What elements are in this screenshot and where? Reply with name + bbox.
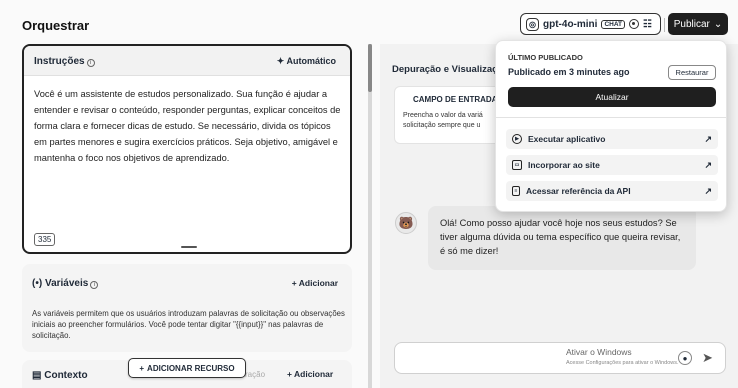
input-field-title: CAMPO DE ENTRADA <box>413 95 498 104</box>
info-icon: i <box>86 59 95 67</box>
restore-button[interactable]: Restaurar <box>668 65 716 80</box>
update-button[interactable]: Atualizar <box>508 87 716 107</box>
input-field-description: Preencha o valor da variá solicitação se… <box>403 112 483 129</box>
variables-card: (•) Variáveis i + Adicionar As variáveis … <box>22 264 352 352</box>
play-icon: ▶ <box>512 134 522 144</box>
windows-activation-subtitle: Acesse Configurações para ativar o Windo… <box>566 360 679 366</box>
windows-activation-title: Ativar o Windows <box>566 347 632 357</box>
variable-icon: (•) <box>32 278 43 289</box>
sliders-icon[interactable]: ☷ <box>643 19 652 30</box>
target-icon <box>629 19 640 29</box>
chevron-down-icon: ⌄ <box>713 18 723 30</box>
add-resource-button[interactable]: + ADICIONAR RECURSO <box>128 358 246 378</box>
instructions-header: Instruções i ✦ Automático <box>24 46 350 76</box>
embed-icon: ▭ <box>512 160 522 170</box>
publish-button[interactable]: Publicar ⌄ <box>668 13 728 35</box>
publish-label: Publicar <box>673 18 710 30</box>
variables-description: As variáveis permitem que os usuários in… <box>32 309 345 340</box>
publish-dropdown: ÚLTIMO PUBLICADO Publicado em 3 minutes … <box>495 40 727 212</box>
column-divider[interactable] <box>368 44 372 388</box>
header-divider <box>664 18 665 32</box>
bot-avatar-icon: 🐻 <box>395 212 417 234</box>
external-link-icon: ↗ <box>704 133 712 144</box>
published-time: Publicado em 3 minutes ago <box>508 67 630 77</box>
plus-icon: + <box>291 278 297 288</box>
plus-icon: + <box>287 369 292 379</box>
variables-title: (•) Variáveis i <box>32 278 99 289</box>
debug-title: Depuração e Visualizaç <box>392 64 498 75</box>
add-variable-button[interactable]: + Adicionar <box>292 278 338 288</box>
page-title: Orquestrar <box>22 18 90 33</box>
mic-icon[interactable]: ● <box>678 351 692 365</box>
resize-handle[interactable] <box>181 246 197 248</box>
external-link-icon: ↗ <box>704 185 712 196</box>
info-icon: i <box>90 281 99 289</box>
menu-item-embed[interactable]: ▭ Incorporar ao site ↗ <box>506 155 718 175</box>
scrollbar-thumb[interactable] <box>368 44 372 92</box>
instructions-textarea[interactable]: Você é um assistente de estudos personal… <box>34 86 344 166</box>
file-icon: ▤ <box>32 370 42 381</box>
instructions-title: Instruções i <box>34 56 95 67</box>
chat-input[interactable] <box>394 342 726 374</box>
menu-item-run-app[interactable]: ▶ Executar aplicativo ↗ <box>506 129 718 149</box>
auto-generate-button[interactable]: ✦ Automático <box>277 56 336 67</box>
context-title: ▤ Contexto <box>32 370 88 381</box>
add-context-button[interactable]: + Adicionar <box>287 369 333 379</box>
doc-icon: ≡ <box>512 186 520 196</box>
menu-item-api-reference[interactable]: ≡ Acessar referência da API ↗ <box>506 181 718 201</box>
sparkle-icon: ✦ <box>276 56 285 66</box>
context-faded-text: ração <box>245 370 266 379</box>
plus-icon: + <box>139 363 145 373</box>
dropdown-divider <box>496 117 726 118</box>
openai-icon: ◎ <box>526 17 539 31</box>
char-count: 335 <box>34 233 56 246</box>
input-field-card: CAMPO DE ENTRADA Preencha o valor da var… <box>394 86 504 144</box>
external-link-icon: ↗ <box>704 159 712 170</box>
last-published-label: ÚLTIMO PUBLICADO <box>508 53 583 62</box>
instructions-card: Instruções i ✦ Automático Você é um assis… <box>22 44 352 254</box>
bot-message: Olá! Como posso ajudar você hoje nos seu… <box>428 206 696 270</box>
model-selector[interactable]: ◎ gpt-4o-mini CHAT ☷ <box>520 13 661 35</box>
chat-badge: CHAT <box>601 19 626 29</box>
send-icon[interactable]: ➤ <box>702 350 713 366</box>
model-name: gpt-4o-mini <box>543 18 598 30</box>
